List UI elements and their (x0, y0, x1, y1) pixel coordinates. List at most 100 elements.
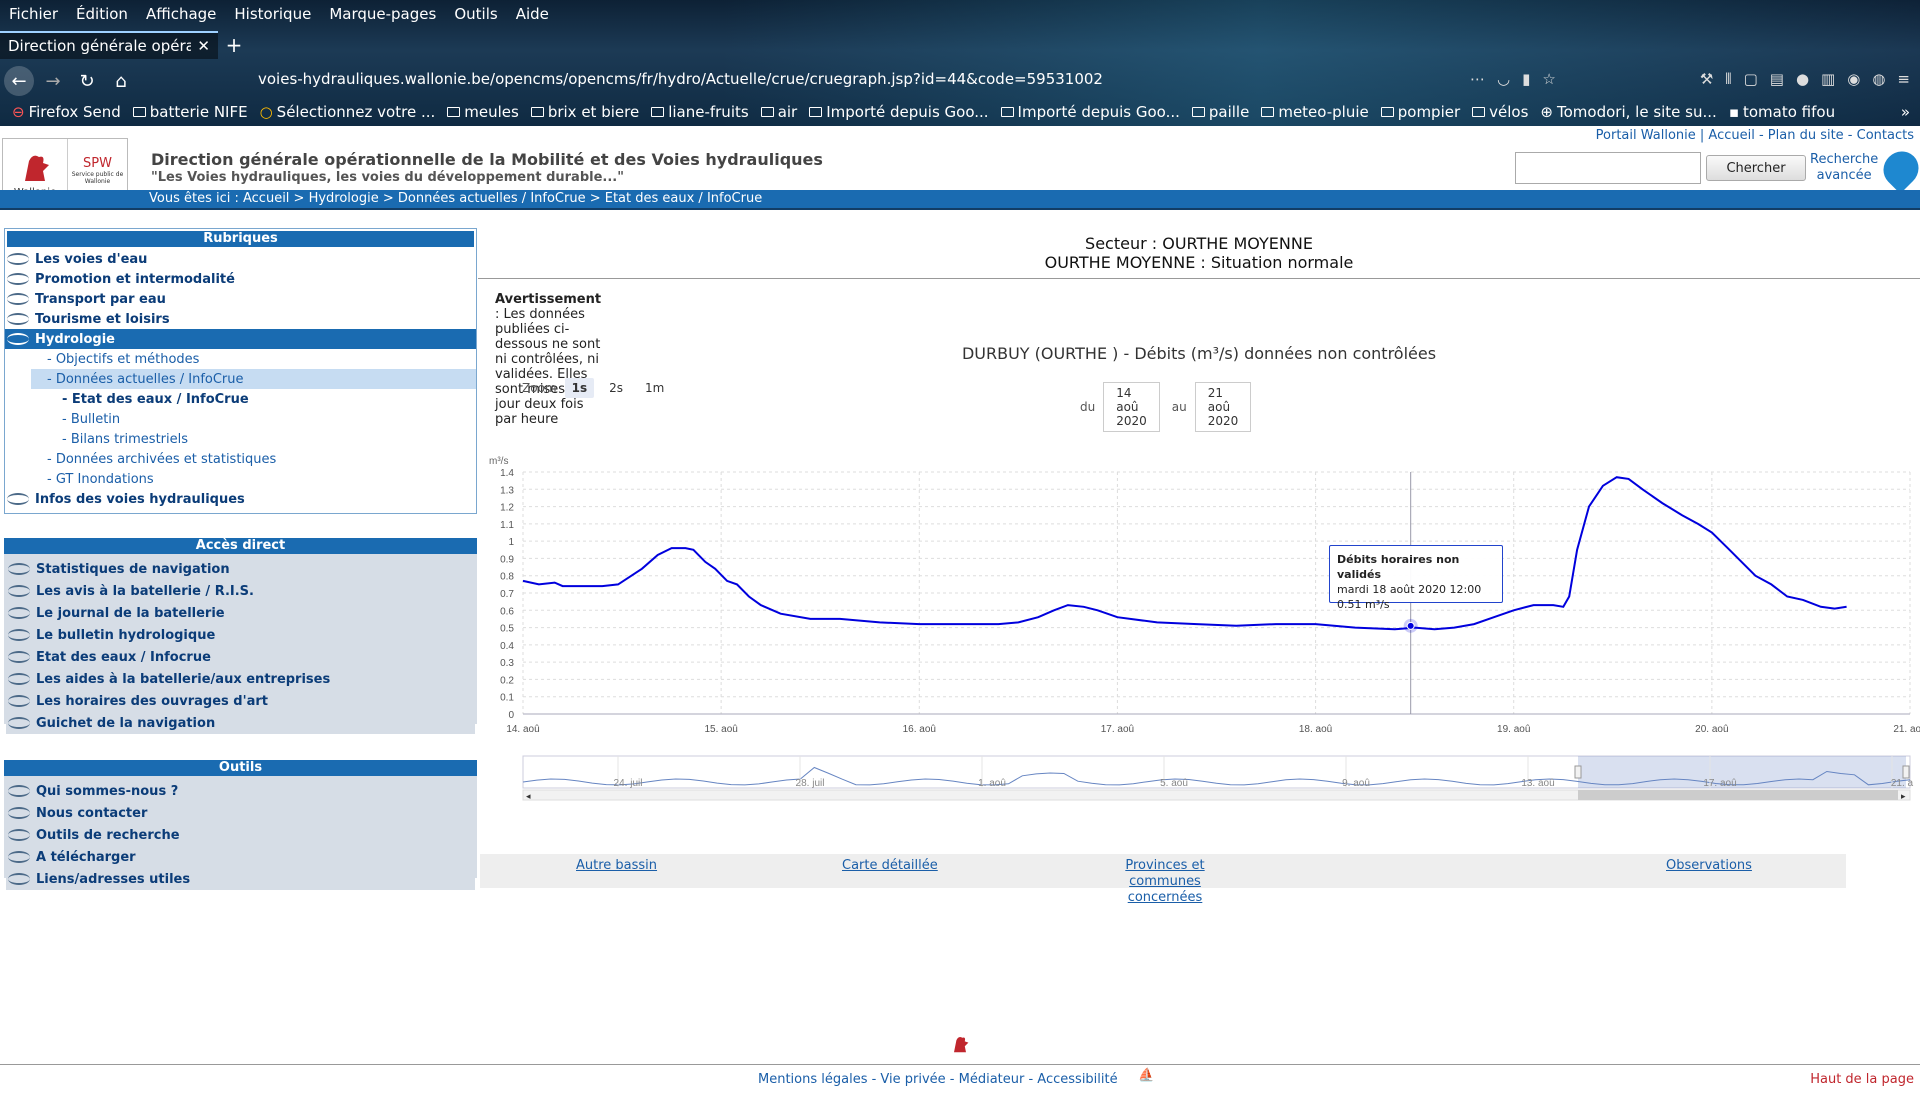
bookmark-folder[interactable]: pompier (1380, 103, 1460, 121)
sidebar-icon[interactable]: ▥ (1821, 70, 1835, 88)
acces-item[interactable]: Guichet de la navigation (6, 712, 475, 734)
zoom-2s-button[interactable]: 2s (602, 378, 630, 398)
wave-icon (7, 253, 29, 265)
menu-affichage[interactable]: Affichage (137, 5, 225, 23)
library-icon[interactable]: ⫴ (1725, 70, 1731, 88)
sidebar-item-hydrologie[interactable]: Hydrologie (5, 329, 476, 349)
bookmarks-overflow-icon[interactable]: » (1901, 103, 1910, 121)
home-icon[interactable]: ⌂ (106, 66, 136, 96)
sidebar-sub-archives[interactable]: - Données archivées et statistiques (5, 449, 476, 469)
more-icon[interactable]: ⋯ (1470, 70, 1485, 88)
menu-edition[interactable]: Édition (67, 5, 137, 23)
acces-item[interactable]: Le bulletin hydrologique (6, 624, 475, 646)
sidebar-item-transport[interactable]: Transport par eau (5, 289, 476, 309)
bookmark-folder[interactable]: Importé depuis Goo... (1000, 103, 1180, 121)
search-button[interactable]: Chercher (1706, 155, 1806, 181)
bookmark-folder[interactable]: meteo-pluie (1261, 103, 1369, 121)
outils-item[interactable]: Qui sommes-nous ? (6, 780, 475, 802)
sidebar-sub-donnees-actuelles[interactable]: - Données actuelles / InfoCrue (31, 369, 476, 389)
navigator-tick-label: 5. aoû (1160, 778, 1188, 789)
outils-item[interactable]: A télécharger (6, 846, 475, 868)
forward-icon[interactable]: → (38, 66, 68, 96)
zoom-1s-button[interactable]: 1s (564, 378, 595, 398)
site-subtitle: "Les Voies hydrauliques, les voies du dé… (151, 170, 624, 185)
wave-icon (8, 873, 30, 885)
sidebar-sub-objectifs[interactable]: - Objectifs et méthodes (5, 349, 476, 369)
pocket-icon[interactable]: ◡ (1497, 70, 1510, 88)
secteur-heading: Secteur : OURTHE MOYENNE OURTHE MOYENNE … (1044, 234, 1354, 272)
outils-item[interactable]: Liens/adresses utiles (6, 868, 475, 890)
star-icon[interactable]: ☆ (1542, 70, 1555, 88)
sidebar-sub-gt-inondations[interactable]: - GT Inondations (5, 469, 476, 489)
acces-item[interactable]: Les aides à la batellerie/aux entreprise… (6, 668, 475, 690)
sidebar-sub-bilans[interactable]: - Bilans trimestriels (5, 429, 476, 449)
flow-chart[interactable]: m³/s 0 0.1 0.2 0.3 0.4 0.5 0.6 0.7 0.8 0.9 1 1.1 1.2 1… (478, 406, 1920, 826)
bookmark-link[interactable]: ○ Sélectionnez votre ... (260, 103, 436, 121)
bookmark-link[interactable]: ⊕ Tomodori, le site su... (1540, 103, 1716, 121)
provinces-link[interactable]: Provinces et communes concernées (1090, 858, 1240, 906)
wave-icon (7, 273, 29, 285)
x-tick-label: 19. aoû (1497, 724, 1530, 735)
folder-icon (530, 107, 544, 117)
bookmark-firefox-send[interactable]: ⊖ Firefox Send (12, 103, 121, 121)
menu-aide[interactable]: Aide (507, 5, 558, 23)
bookmark-folder[interactable]: air (760, 103, 797, 121)
profile-icon[interactable]: ◍ (1872, 70, 1885, 88)
sidebar-sub-etat-eaux[interactable]: - Etat des eaux / InfoCrue (5, 389, 476, 409)
flag-icon[interactable]: ▮ (1522, 70, 1530, 88)
menu-fichier[interactable]: Fichier (0, 5, 67, 23)
menu-outils[interactable]: Outils (445, 5, 506, 23)
menu-marque-pages[interactable]: Marque-pages (320, 5, 445, 23)
hamburger-menu-icon[interactable]: ≡ (1897, 70, 1910, 88)
outils-item[interactable]: Outils de recherche (6, 824, 475, 846)
sidebar-item-tourisme[interactable]: Tourisme et loisirs (5, 309, 476, 329)
bookmark-link[interactable]: ▪ tomato fifou (1729, 103, 1835, 121)
back-to-top-link[interactable]: Haut de la page (1810, 1072, 1914, 1087)
observations-link[interactable]: Observations (1666, 858, 1752, 874)
bookmark-folder[interactable]: batterie NIFE (132, 103, 248, 121)
acces-item[interactable]: Le journal de la batellerie (6, 602, 475, 624)
menu-historique[interactable]: Historique (225, 5, 320, 23)
reload-icon[interactable]: ↻ (72, 66, 102, 96)
extension-icon[interactable]: ● (1796, 70, 1809, 88)
x-tick-label: 14. aoû (506, 724, 539, 735)
advanced-search-link[interactable]: Recherche avancée (1810, 152, 1878, 184)
outils-item[interactable]: Nous contacter (6, 802, 475, 824)
acces-item[interactable]: Les horaires des ouvrages d'art (6, 690, 475, 712)
navigator-scrollbar-thumb (1578, 790, 1898, 800)
screenshot-icon[interactable]: ▢ (1744, 70, 1758, 88)
sidebar-sub-bulletin[interactable]: - Bulletin (5, 409, 476, 429)
highlight-point (1406, 621, 1415, 630)
carte-detaillee-link[interactable]: Carte détaillée (842, 858, 938, 874)
acces-item[interactable]: Les avis à la batellerie / R.I.S. (6, 580, 475, 602)
acces-item[interactable]: Etat des eaux / Infocrue (6, 646, 475, 668)
tab-title: Direction générale opéra (8, 37, 192, 55)
folder-icon (651, 107, 665, 117)
new-tab-icon[interactable]: + (218, 33, 250, 57)
autre-bassin-link[interactable]: Autre bassin (576, 858, 657, 874)
wrench-icon[interactable]: ⚒ (1700, 70, 1713, 88)
keyboard-icon[interactable]: ▤ (1770, 70, 1784, 88)
navigator-tick-label: 17. aoû (1703, 778, 1736, 789)
search-input[interactable] (1515, 152, 1701, 184)
browser-tab[interactable]: Direction générale opéra ✕ (0, 31, 218, 59)
sidebar-item-voies-eau[interactable]: Les voies d'eau (5, 249, 476, 269)
bookmark-folder[interactable]: brix et biere (530, 103, 639, 121)
bookmark-folder[interactable]: paille (1191, 103, 1249, 121)
back-icon[interactable]: ← (4, 66, 34, 96)
close-tab-icon[interactable]: ✕ (197, 37, 210, 55)
sidebar-item-infos[interactable]: Infos des voies hydrauliques (5, 489, 476, 509)
footer-links[interactable]: Mentions légales - Vie privée - Médiateu… (758, 1072, 1118, 1087)
bookmark-folder[interactable]: vélos (1472, 103, 1528, 121)
bookmark-folder[interactable]: liane-fruits (651, 103, 749, 121)
bookmark-folder[interactable]: Importé depuis Goo... (809, 103, 989, 121)
address-bar[interactable]: voies-hydrauliques.wallonie.be/opencms/o… (258, 70, 1103, 88)
sidebar-item-promotion[interactable]: Promotion et intermodalité (5, 269, 476, 289)
top-links[interactable]: Portail Wallonie | Accueil - Plan du sit… (1596, 128, 1914, 143)
account-icon[interactable]: ◉ (1847, 70, 1860, 88)
acces-item[interactable]: Statistiques de navigation (6, 558, 475, 580)
zoom-1m-button[interactable]: 1m (638, 378, 671, 398)
bookmark-folder[interactable]: meules (447, 103, 519, 121)
navigator-tick-label: 1. aoû (978, 778, 1006, 789)
y-tick-label: 0.8 (500, 572, 514, 583)
